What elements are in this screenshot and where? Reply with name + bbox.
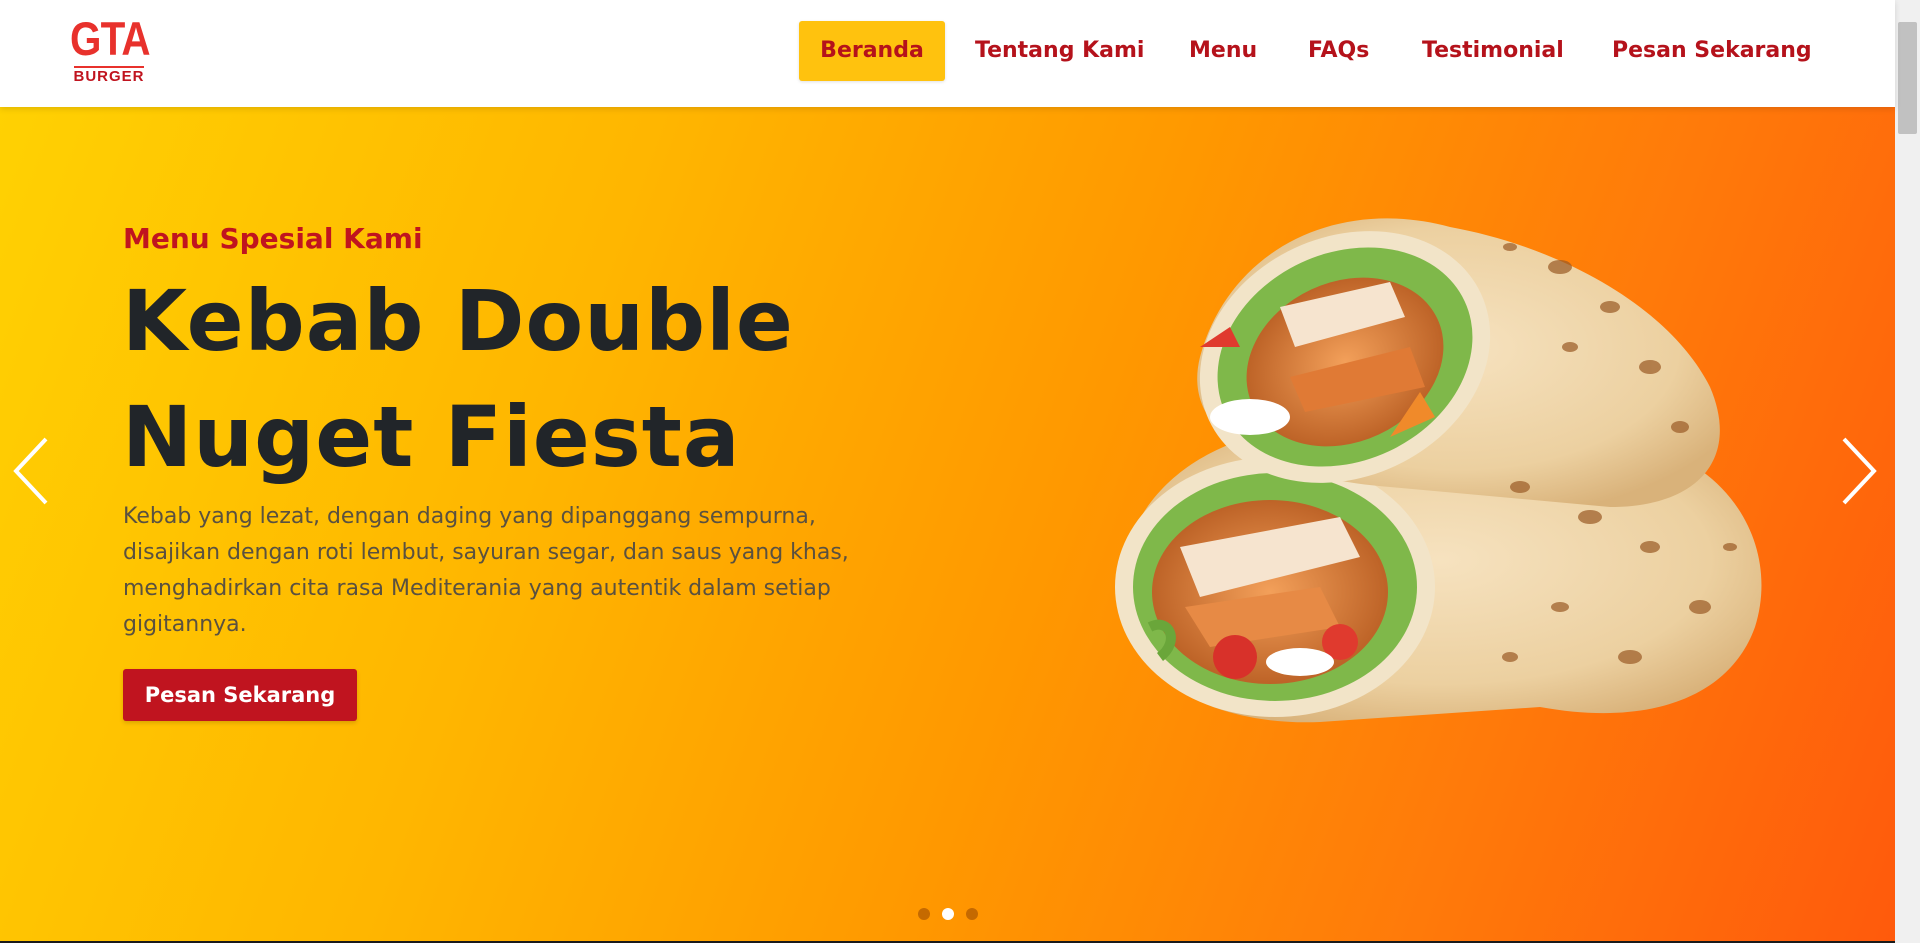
scrollbar-thumb[interactable] (1898, 22, 1917, 134)
nav-item-pesan-sekarang[interactable]: Pesan Sekarang (1612, 21, 1812, 81)
nav-item-tentang-kami[interactable]: Tentang Kami (975, 21, 1144, 81)
navbar: GTA BURGER Beranda Tentang Kami Menu FAQ… (0, 0, 1895, 107)
nav-item-beranda[interactable]: Beranda (799, 21, 945, 81)
hero-carousel: Menu Spesial Kami Kebab Double Nuget Fie… (0, 107, 1895, 941)
chevron-left-icon (13, 437, 48, 505)
hero-title: Kebab Double Nuget Fiesta (122, 263, 1022, 495)
kebab-image (1090, 187, 1790, 747)
carousel-indicator-2[interactable] (942, 908, 954, 920)
nav-links: Beranda Tentang Kami Menu FAQs Testimoni… (0, 21, 1895, 81)
order-now-button[interactable]: Pesan Sekarang (123, 669, 357, 721)
carousel-indicators (918, 908, 980, 922)
hero-subtitle: Menu Spesial Kami (123, 222, 423, 255)
carousel-prev-button[interactable] (8, 433, 58, 509)
chevron-right-icon (1842, 437, 1877, 505)
carousel-next-button[interactable] (1832, 433, 1882, 509)
hero-title-line-2: Nuget Fiesta (122, 388, 741, 486)
hero-description: Kebab yang lezat, dengan daging yang dip… (123, 504, 849, 637)
carousel-indicator-1[interactable] (918, 908, 930, 920)
nav-item-testimonial[interactable]: Testimonial (1422, 21, 1564, 81)
page-scrollbar[interactable] (1895, 0, 1920, 943)
nav-item-menu[interactable]: Menu (1189, 21, 1257, 81)
nav-item-faqs[interactable]: FAQs (1308, 21, 1369, 81)
hero-title-line-1: Kebab Double (122, 272, 794, 370)
carousel-indicator-3[interactable] (966, 908, 978, 920)
